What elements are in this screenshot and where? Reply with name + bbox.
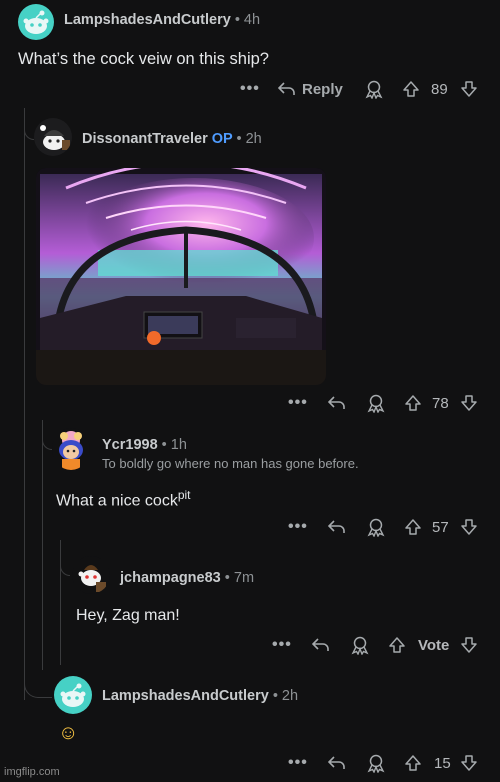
downvote-button[interactable] bbox=[460, 516, 478, 538]
more-options-icon[interactable]: ••• bbox=[240, 78, 260, 100]
downvote-arrow-icon bbox=[461, 637, 477, 653]
reply-arrow-icon bbox=[328, 520, 345, 533]
upvote-arrow-icon bbox=[389, 637, 405, 653]
upvote-button[interactable] bbox=[388, 634, 406, 656]
upvote-arrow-icon bbox=[405, 519, 421, 535]
comment-image[interactable] bbox=[36, 168, 326, 385]
user-flair: To boldly go where no man has gone befor… bbox=[102, 456, 359, 471]
cockpit-view-image bbox=[36, 168, 326, 385]
comment-actions: ••• Reply 89 bbox=[0, 78, 500, 100]
timestamp: • 1h bbox=[161, 437, 187, 453]
comment-actions: ••• 15 bbox=[0, 752, 500, 774]
award-button[interactable] bbox=[364, 78, 384, 100]
snoo-avatar-icon bbox=[60, 683, 86, 707]
award-icon bbox=[367, 518, 385, 537]
award-button[interactable] bbox=[350, 634, 370, 656]
upvote-button[interactable] bbox=[404, 752, 422, 774]
vote-count: Vote bbox=[418, 636, 450, 654]
reply-button[interactable] bbox=[328, 752, 346, 774]
avatar[interactable] bbox=[72, 556, 110, 594]
timestamp: • 7m bbox=[224, 570, 255, 586]
upvote-arrow-icon bbox=[405, 395, 421, 411]
comment-body-emoji: ☺ bbox=[58, 722, 79, 744]
timestamp: • 4h bbox=[234, 12, 261, 28]
comment-actions: ••• 78 bbox=[0, 392, 500, 414]
snoo-avatar-icon bbox=[78, 565, 106, 592]
username[interactable]: DissonantTraveler OP • 2h bbox=[82, 131, 262, 147]
reply-arrow-icon bbox=[328, 756, 345, 769]
thread-elbow bbox=[60, 540, 70, 576]
timestamp: • 2h bbox=[236, 131, 262, 147]
vote-count: 89 bbox=[431, 80, 448, 98]
upvote-button[interactable] bbox=[404, 392, 422, 414]
reply-button[interactable]: Reply bbox=[278, 78, 343, 100]
more-options-icon[interactable]: ••• bbox=[288, 392, 308, 414]
award-icon bbox=[365, 80, 383, 99]
op-badge: OP bbox=[211, 131, 233, 147]
award-button[interactable] bbox=[366, 516, 386, 538]
award-icon bbox=[351, 636, 369, 655]
superscript-text: pit bbox=[177, 488, 191, 502]
username[interactable]: LampshadesAndCutlery • 2h bbox=[102, 688, 298, 704]
avatar[interactable] bbox=[52, 428, 90, 470]
more-options-icon[interactable]: ••• bbox=[288, 752, 308, 774]
snoo-avatar-icon bbox=[23, 10, 49, 34]
username[interactable]: LampshadesAndCutlery • 4h bbox=[64, 12, 260, 28]
upvote-arrow-icon bbox=[403, 81, 419, 97]
thread-elbow bbox=[42, 420, 52, 450]
thread-elbow bbox=[24, 660, 52, 698]
upvote-button[interactable] bbox=[402, 78, 420, 100]
downvote-arrow-icon bbox=[461, 519, 477, 535]
comment-body: Hey, Zag man! bbox=[76, 607, 180, 624]
downvote-button[interactable] bbox=[460, 392, 478, 414]
username[interactable]: jchampagne83 • 7m bbox=[120, 570, 254, 586]
award-icon bbox=[367, 754, 385, 773]
reply-button[interactable] bbox=[312, 634, 330, 656]
vote-count: 57 bbox=[432, 518, 449, 536]
thread-elbow bbox=[24, 108, 34, 140]
reply-button[interactable] bbox=[328, 516, 346, 538]
award-button[interactable] bbox=[366, 392, 386, 414]
award-button[interactable] bbox=[366, 752, 386, 774]
upvote-button[interactable] bbox=[404, 516, 422, 538]
downvote-arrow-icon bbox=[461, 81, 477, 97]
timestamp: • 2h bbox=[272, 688, 299, 704]
upvote-arrow-icon bbox=[405, 755, 421, 771]
imgflip-watermark: imgflip.com bbox=[4, 766, 60, 778]
reply-arrow-icon bbox=[312, 638, 329, 651]
thread-line bbox=[24, 140, 25, 700]
thread-line bbox=[42, 420, 43, 670]
avatar[interactable] bbox=[34, 118, 72, 156]
reply-arrow-icon bbox=[328, 396, 345, 409]
avatar[interactable] bbox=[18, 4, 54, 40]
vote-count: 78 bbox=[432, 394, 449, 412]
award-icon bbox=[367, 394, 385, 413]
user-avatar-icon bbox=[40, 125, 70, 150]
downvote-arrow-icon bbox=[461, 395, 477, 411]
comment-actions: ••• Vote bbox=[0, 634, 500, 656]
username[interactable]: Ycr1998 • 1h bbox=[102, 437, 187, 453]
reply-arrow-icon bbox=[278, 82, 295, 95]
avatar[interactable] bbox=[54, 676, 92, 714]
downvote-arrow-icon bbox=[461, 755, 477, 771]
more-options-icon[interactable]: ••• bbox=[272, 634, 292, 656]
more-options-icon[interactable]: ••• bbox=[288, 516, 308, 538]
downvote-button[interactable] bbox=[460, 78, 478, 100]
comment-actions: ••• 57 bbox=[0, 516, 500, 538]
comment-body: What’s the cock veiw on this ship? bbox=[18, 50, 269, 68]
comment-body: What a nice cockpit bbox=[56, 488, 191, 510]
vote-count: 15 bbox=[434, 754, 451, 772]
user-avatar-icon bbox=[59, 431, 83, 470]
downvote-button[interactable] bbox=[460, 752, 478, 774]
reply-button[interactable] bbox=[328, 392, 346, 414]
downvote-button[interactable] bbox=[460, 634, 478, 656]
